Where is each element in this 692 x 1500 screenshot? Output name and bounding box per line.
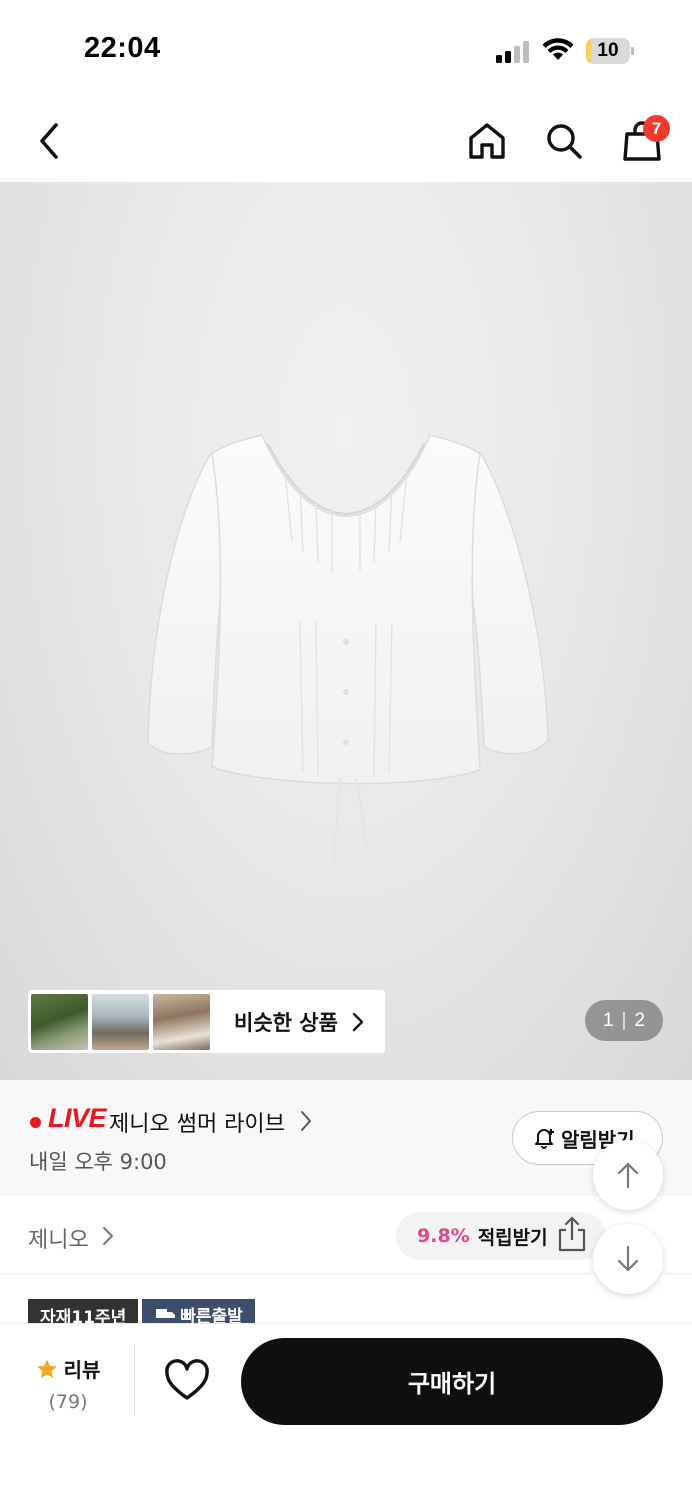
home-icon — [469, 123, 505, 159]
star-icon — [36, 1358, 57, 1378]
reward-percent: 9.8% — [417, 1225, 470, 1247]
similar-products-label: 비슷한 상품 — [234, 1010, 338, 1035]
review-label: 리뷰 — [63, 1358, 101, 1382]
home-button[interactable] — [462, 116, 512, 166]
scroll-up-button[interactable] — [593, 1140, 663, 1210]
arrow-up-icon — [617, 1162, 639, 1189]
live-indicator-dot — [30, 1117, 41, 1128]
search-button[interactable] — [539, 116, 589, 166]
brand-row: 제니오 9.8% 적립받기 — [0, 1196, 692, 1274]
fast-shipping-label: 빠른출발 — [180, 1306, 243, 1327]
bell-plus-icon — [535, 1129, 554, 1149]
battery-icon: 10 — [586, 38, 634, 64]
similar-product-thumbnail — [31, 993, 88, 1050]
status-time: 22:04 — [84, 32, 161, 64]
scroll-down-button[interactable] — [593, 1224, 663, 1294]
pager-current: 1 — [602, 1009, 614, 1031]
bottom-action-bar: 리뷰 (79) 구매하기 — [0, 1324, 692, 1500]
status-bar: 22:04 10 — [0, 0, 692, 100]
search-icon — [547, 124, 582, 159]
divider — [134, 1344, 135, 1416]
chevron-right-icon — [352, 1012, 364, 1031]
buy-button[interactable]: 구매하기 — [241, 1338, 663, 1425]
product-image-blouse — [147, 434, 549, 868]
chevron-right-icon — [103, 1227, 113, 1245]
similar-product-thumbnail — [92, 993, 149, 1050]
live-schedule-time: 내일 오후 9:00 — [29, 1150, 167, 1174]
similar-products-button[interactable]: 비슷한 상품 — [28, 990, 385, 1053]
live-title: 제니오 썸머 라이브 — [109, 1112, 285, 1137]
product-image-carousel[interactable]: 비슷한 상품 1 | 2 — [0, 182, 692, 1080]
cart-count-badge: 7 — [643, 115, 670, 142]
live-tag: LIVE — [48, 1103, 107, 1133]
pager-separator: | — [621, 1009, 627, 1031]
battery-percent: 10 — [597, 40, 619, 61]
back-button[interactable] — [24, 116, 74, 166]
cellular-signal-icon — [496, 41, 529, 63]
arrow-down-icon — [617, 1245, 639, 1272]
live-broadcast-row[interactable]: LIVE 제니오 썸머 라이브 내일 오후 9:00 알림받기 — [0, 1080, 692, 1196]
brand-link[interactable]: 제니오 — [28, 1222, 89, 1254]
top-navigation — [0, 100, 692, 182]
image-pager: 1 | 2 — [585, 1000, 663, 1041]
chevron-left-icon — [40, 123, 58, 159]
reward-label: 적립받기 — [477, 1226, 548, 1249]
similar-product-thumbnail — [153, 993, 210, 1050]
share-icon[interactable] — [556, 1214, 588, 1254]
wifi-icon — [542, 38, 574, 60]
pager-total: 2 — [634, 1009, 646, 1031]
truck-icon — [156, 1309, 176, 1318]
review-count: (79) — [48, 1391, 88, 1413]
review-button[interactable]: 리뷰 (79) — [30, 1354, 106, 1413]
heart-icon[interactable] — [163, 1358, 211, 1404]
chevron-right-icon — [301, 1111, 311, 1131]
